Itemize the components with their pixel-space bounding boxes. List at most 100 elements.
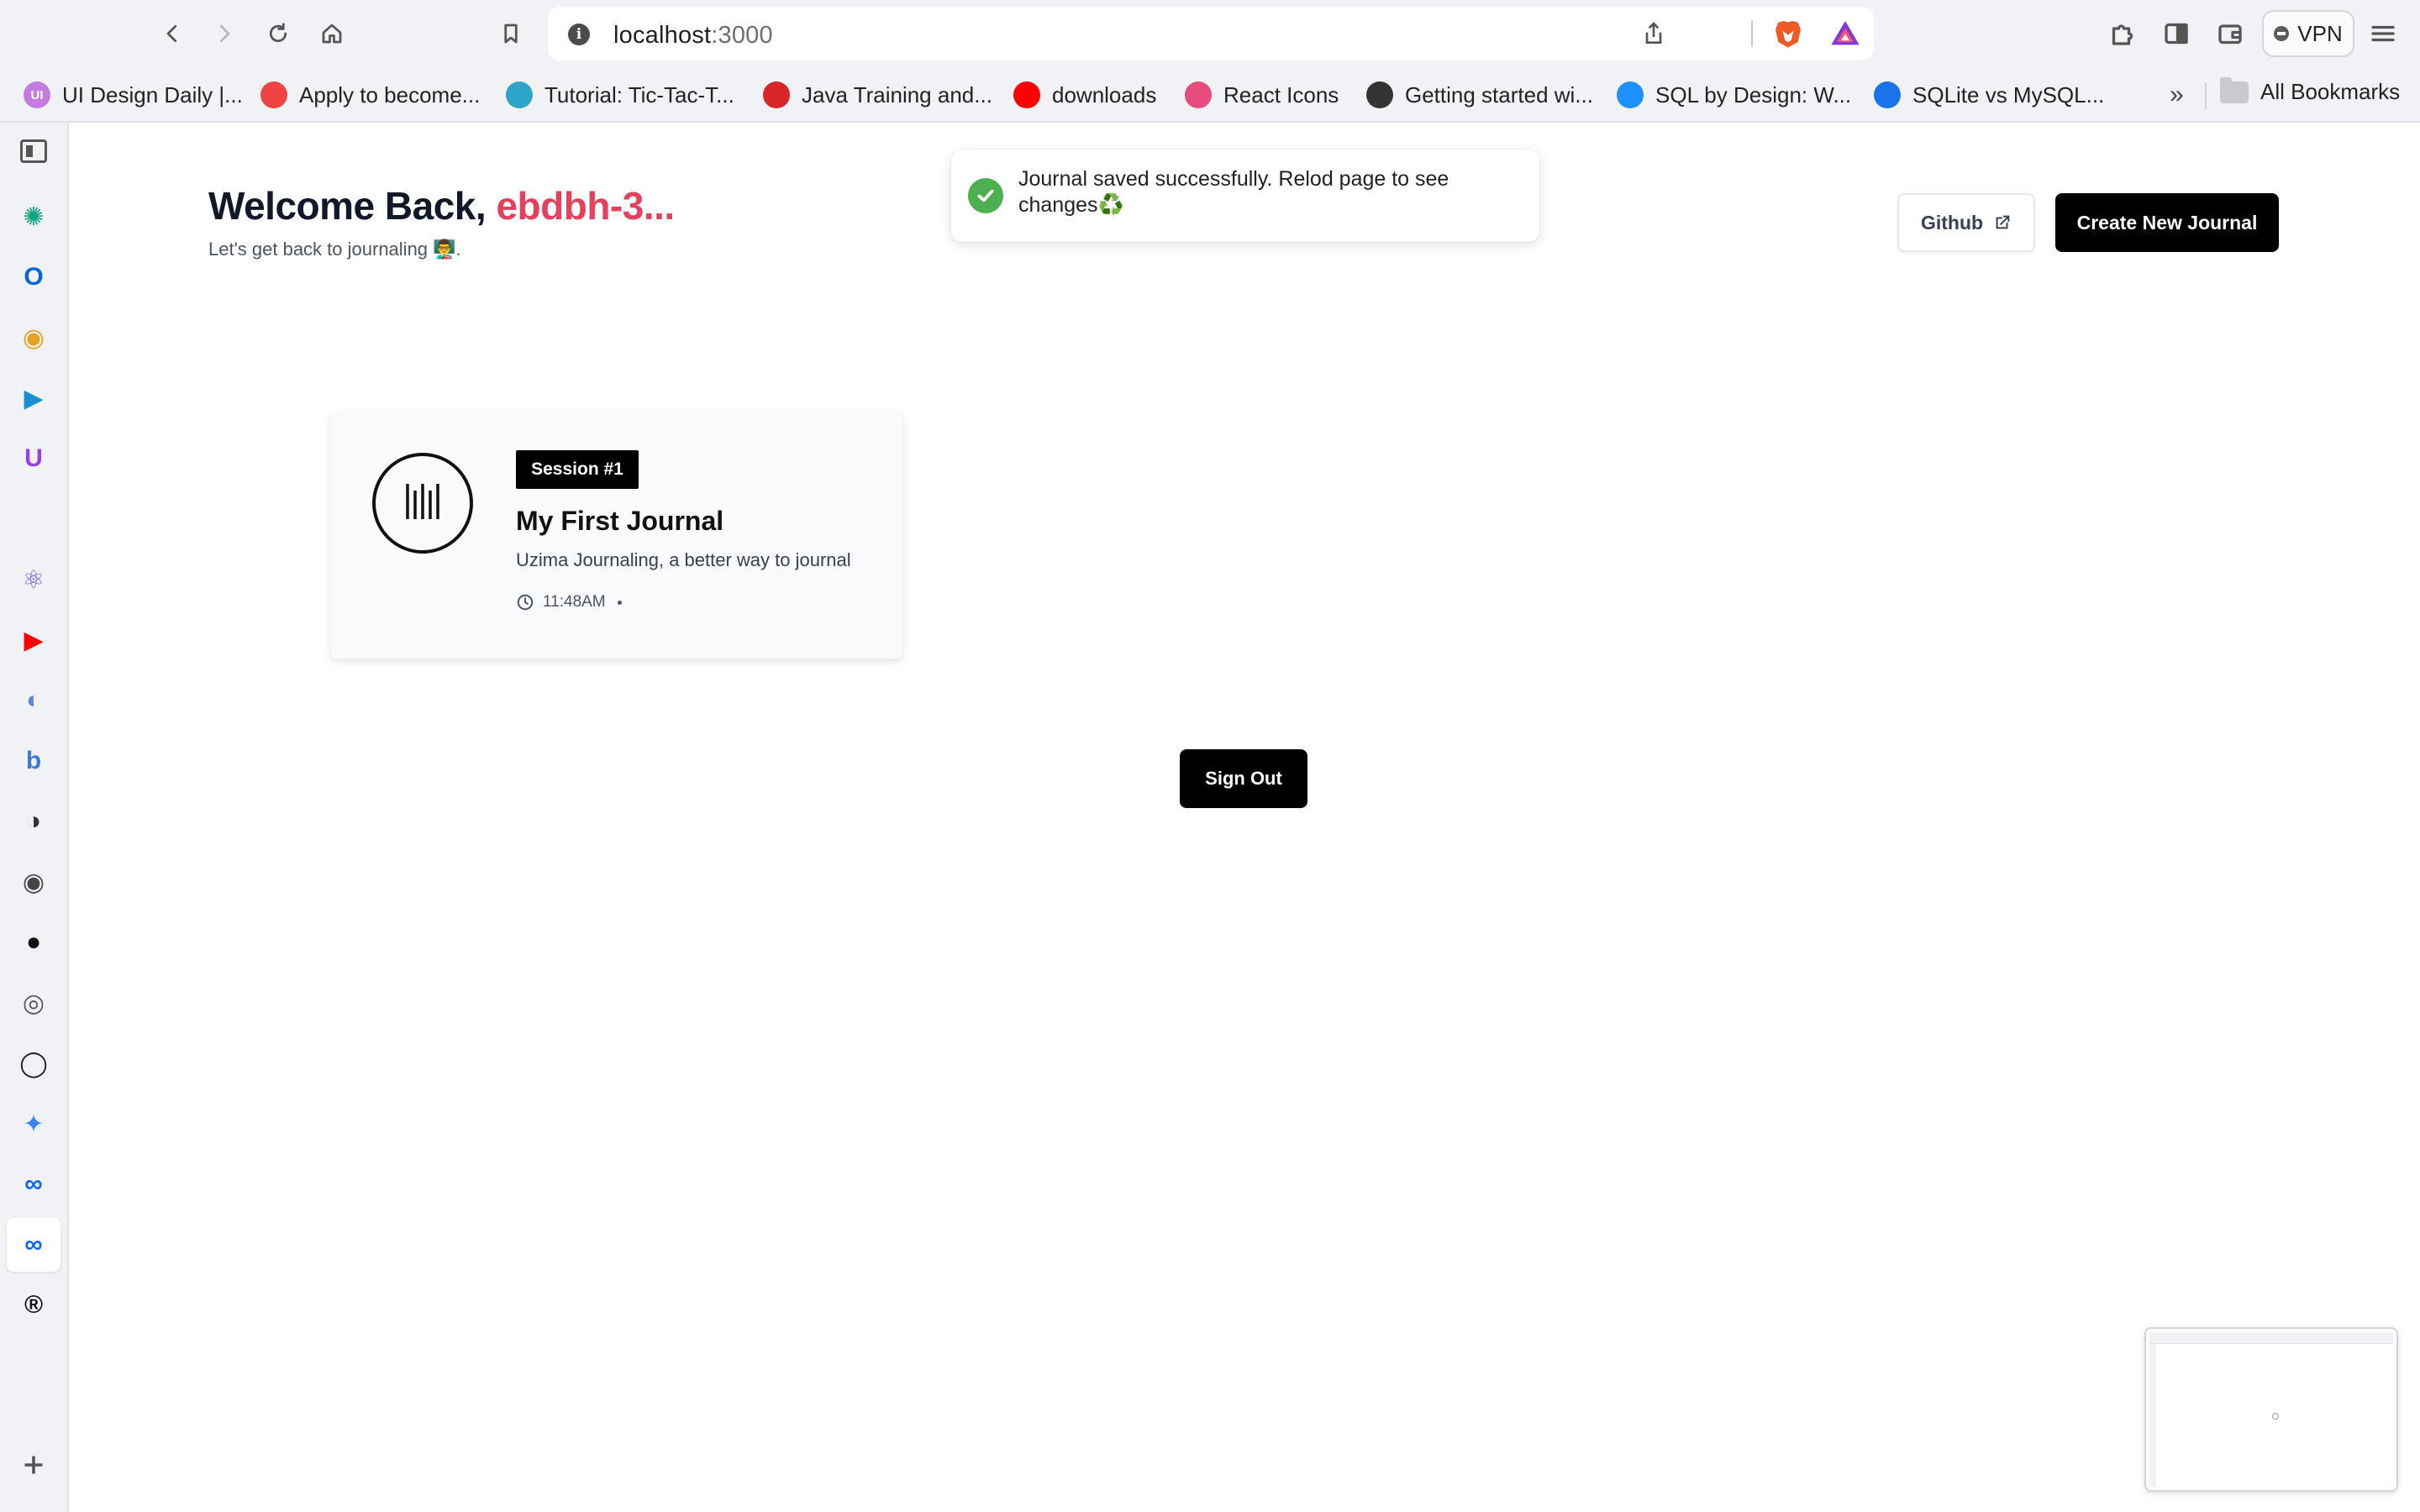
menu-button[interactable] <box>2368 18 2398 49</box>
home-button[interactable] <box>313 15 350 52</box>
welcome-prefix: Welcome Back, <box>208 184 497 228</box>
chrome-like-icon[interactable]: ◉ <box>17 321 50 354</box>
sidebar-panel-button[interactable] <box>2161 18 2191 49</box>
oracle-icon <box>763 81 790 108</box>
meta-icon[interactable]: ∞ <box>17 1168 50 1201</box>
journal-logo-icon <box>372 453 473 554</box>
r-app-icon[interactable]: ® <box>17 1289 50 1322</box>
vpn-status-icon <box>2274 26 2290 41</box>
github-app-icon[interactable]: ◯ <box>17 1047 50 1080</box>
bookmarks-overflow-button[interactable]: » <box>2170 81 2184 109</box>
face-icon <box>260 81 287 108</box>
brave-lion-icon <box>1776 21 1801 48</box>
gemini-icon[interactable]: ✦ <box>17 1107 50 1141</box>
thumbnail-loading-icon <box>2272 1413 2279 1420</box>
bookmarks-divider <box>2205 82 2207 109</box>
bookmark-label: Getting started wi... <box>1405 81 1593 108</box>
digitalocean-icon <box>1874 81 1901 108</box>
bookmark-label: Tutorial: Tic-Tac-T... <box>544 81 734 108</box>
journal-dashboard: Welcome Back, ebdbh-3... Let's get back … <box>69 123 2420 1512</box>
bookmark-item[interactable]: Java Training and... <box>763 79 992 111</box>
meta-active-icon[interactable]: ∞ <box>7 1218 60 1272</box>
ui-design-daily-icon: UI <box>24 81 50 108</box>
check-circle-icon <box>968 178 1003 213</box>
url-host: localhost <box>613 22 712 49</box>
youtube-icon <box>1013 81 1040 108</box>
b-app-icon[interactable]: b <box>17 744 50 778</box>
url-divider <box>1751 20 1753 47</box>
react-icon <box>506 81 533 108</box>
site-info-icon[interactable]: i <box>568 24 590 45</box>
brave-shields-button[interactable] <box>1771 17 1805 50</box>
address-bar[interactable]: i localhost:3000 <box>548 7 1874 60</box>
bookmark-page-button[interactable] <box>492 15 529 52</box>
add-sidebar-app-button[interactable] <box>18 1450 49 1480</box>
journal-card[interactable]: Session #1 My First Journal Uzima Journa… <box>331 412 902 659</box>
toast-message: Journal saved successfully. Relod page t… <box>1018 167 1449 217</box>
wallet-button[interactable] <box>2215 18 2245 49</box>
brave-rewards-button[interactable] <box>1828 17 1862 50</box>
sidebar-toggle-icon[interactable] <box>20 139 47 163</box>
thumbnail-toolbar <box>2149 1332 2393 1344</box>
plus-icon <box>24 1456 43 1474</box>
journal-time: 11:48AM <box>543 593 606 611</box>
bookmark-item[interactable]: Getting started wi... <box>1366 79 1593 111</box>
react-app-icon[interactable]: ⚛ <box>17 563 50 596</box>
journal-title: My First Journal <box>516 506 724 536</box>
upwork-icon[interactable]: U <box>17 442 50 475</box>
all-bookmarks-label: All Bookmarks <box>2260 79 2401 104</box>
forward-button[interactable] <box>206 15 243 52</box>
outlook-icon[interactable]: O <box>17 260 50 294</box>
chevron-right-icon <box>219 24 230 43</box>
home-icon <box>322 24 342 44</box>
page-subtitle: Let's get back to journaling 👨‍🏫. <box>208 239 461 260</box>
bookmark-item[interactable]: SQL by Design: W... <box>1617 79 1851 111</box>
share-icon <box>1645 22 1662 44</box>
bookmark-label: downloads <box>1052 81 1157 108</box>
bookmark-label: SQL by Design: W... <box>1655 81 1852 108</box>
reload-button[interactable] <box>260 15 297 52</box>
all-bookmarks-button[interactable]: All Bookmarks <box>2220 76 2401 105</box>
screenshot-preview-thumbnail[interactable] <box>2144 1327 2398 1492</box>
react-icons-icon <box>1185 81 1212 108</box>
chevron-left-icon <box>166 24 177 43</box>
bookmark-item[interactable]: downloads <box>1013 79 1156 111</box>
vpn-button[interactable]: VPN <box>2262 10 2354 57</box>
bookmark-item[interactable]: Apply to become... <box>260 79 480 111</box>
contrast-icon[interactable]: ◑ <box>17 805 50 838</box>
dark-app-icon[interactable]: ● <box>17 926 50 959</box>
github-label: Github <box>1920 211 1984 234</box>
web-app-icon[interactable]: ◐ <box>17 684 50 717</box>
external-link-icon <box>1996 215 2010 229</box>
youtube-app-icon[interactable]: ▶ <box>17 623 50 657</box>
vpn-label: VPN <box>2297 20 2343 46</box>
bookmark-item[interactable]: UI UI Design Daily |... <box>24 79 243 111</box>
bookmark-label: UI Design Daily |... <box>62 81 243 108</box>
back-button[interactable] <box>154 15 191 52</box>
url-text[interactable]: localhost:3000 <box>613 22 773 50</box>
chatgpt-icon[interactable]: ✺ <box>17 200 50 234</box>
journal-timestamp: 11:48AM <box>516 593 622 612</box>
bookmark-label: Apply to become... <box>299 81 481 108</box>
github-button[interactable]: Github <box>1897 193 2035 252</box>
db-app-icon[interactable]: ◎ <box>17 986 50 1020</box>
extensions-button[interactable] <box>2107 18 2138 49</box>
bookmark-label: Java Training and... <box>802 81 992 108</box>
url-port: :3000 <box>711 22 773 49</box>
thumbnail-sidebar <box>2149 1344 2156 1487</box>
create-new-journal-button[interactable]: Create New Journal <box>2055 193 2279 252</box>
reload-icon <box>269 23 287 43</box>
video-icon[interactable]: ▶ <box>17 381 50 415</box>
puzzle-icon <box>2112 24 2133 45</box>
microsoft-icon[interactable] <box>17 502 50 536</box>
clock-icon <box>517 594 534 611</box>
share-button[interactable] <box>1640 20 1667 47</box>
bookmark-item[interactable]: Tutorial: Tic-Tac-T... <box>506 79 734 111</box>
record-icon[interactable]: ◉ <box>17 865 50 899</box>
bookmark-item[interactable]: React Icons <box>1185 79 1339 111</box>
sign-out-button[interactable]: Sign Out <box>1180 749 1307 808</box>
journal-description: Uzima Journaling, a better way to journa… <box>516 549 851 570</box>
session-badge: Session #1 <box>516 450 639 489</box>
bookmark-item[interactable]: SQLite vs MySQL... <box>1874 79 2104 111</box>
bookmarks-bar: UI UI Design Daily |... Apply to become...… <box>0 67 2420 123</box>
